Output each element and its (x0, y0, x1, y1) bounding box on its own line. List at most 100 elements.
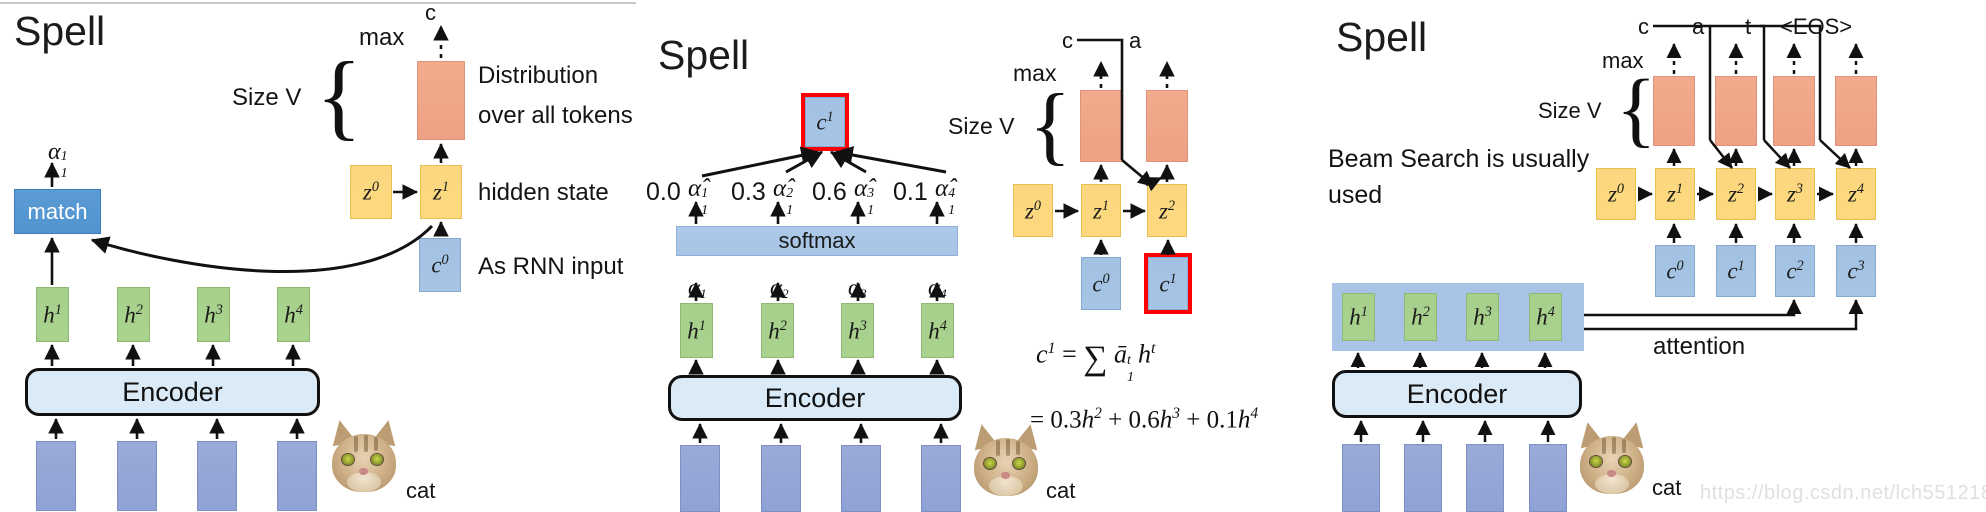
hidden-state-z3: z3 (1775, 168, 1815, 220)
input-frame-1 (1342, 444, 1380, 512)
encoder-block: Encoder (25, 368, 320, 416)
hidden-state-label: hidden state (478, 179, 609, 206)
cat-photo (968, 421, 1044, 510)
context-formula-line1: c1 = ∑ ā t 1 ht (1036, 339, 1156, 385)
hidden-state-z1: z1 (420, 165, 462, 219)
attention-weight-4: 0.1 (893, 178, 928, 206)
page-title: Spell (1336, 14, 1428, 60)
attention-weight-1: 0.0 (646, 178, 681, 206)
attention-weight-2: 0.3 (731, 178, 766, 206)
encoder-block: Encoder (668, 375, 962, 421)
cat-label: cat (1046, 478, 1076, 503)
output-token-4: <EOS> (1780, 14, 1853, 39)
context-vector-c1: c1 (1144, 253, 1192, 314)
output-token-2: a (1692, 14, 1705, 39)
size-v-label: Size V (232, 84, 302, 111)
encoder-output-h1: h1 (1342, 293, 1375, 341)
context-formula-line2: = 0.3h2 + 0.6h3 + 0.1h4 (1030, 405, 1259, 434)
context-vector-c1: c1 (1716, 245, 1756, 297)
encoder-output-h3: h3 (197, 287, 230, 342)
context-vector-c0-text: c0 (431, 252, 449, 278)
hidden-state-z2: z2 (1716, 168, 1756, 220)
attention-label: attention (1653, 333, 1746, 360)
hidden-state-z4: z4 (1836, 168, 1876, 220)
alpha-raw-1: α 1 1 (688, 275, 707, 316)
max-label: max (359, 24, 405, 51)
input-frame-3 (197, 441, 237, 511)
panel-softmax-context: Spell c1 0.0 α̂ 1 1 0.3 α̂ 2 1 0.6 α̂ 3 … (640, 0, 1320, 512)
output-token-c: c (1062, 28, 1073, 53)
context-vector-c2: c2 (1775, 245, 1815, 297)
distribution-bar-1 (1653, 76, 1695, 146)
cat-label: cat (1652, 475, 1682, 500)
alpha-hat-3: α̂ 3 1 (854, 175, 875, 218)
hidden-state-z1: z1 (1655, 168, 1695, 220)
rnn-input-label: As RNN input (478, 253, 624, 280)
encoder-output-h2: h2 (117, 287, 150, 342)
match-block[interactable]: match (14, 189, 101, 234)
hidden-state-z0: z0 (350, 165, 392, 219)
distribution-bar-3 (1773, 76, 1815, 146)
distribution-bar-2 (1715, 76, 1757, 146)
distribution-bar-1 (1080, 90, 1122, 162)
hidden-state-z0: z0 (1013, 184, 1053, 237)
page-title: Spell (14, 8, 106, 54)
context-vector-c1-highlighted: c1 (801, 93, 849, 151)
input-frame-3 (841, 445, 881, 512)
hidden-state-z0-text: z0 (362, 179, 380, 205)
input-frame-4 (921, 445, 961, 512)
alpha-raw-2: α 2 1 (770, 275, 789, 316)
output-token-c: c (425, 0, 436, 25)
distribution-bar-4 (1835, 76, 1877, 146)
alpha-raw-4: α 4 1 (928, 275, 947, 316)
output-token-a: a (1129, 28, 1142, 53)
encoder-output-h4: h4 (921, 303, 954, 358)
input-frame-2 (1404, 444, 1442, 512)
hidden-state-z1: z1 (1081, 184, 1121, 237)
context-vector-c0: c0 (419, 238, 461, 292)
input-frame-4 (277, 441, 317, 511)
encoder-output-h3: h3 (1466, 293, 1499, 341)
alpha-raw-3: α 3 1 (848, 275, 867, 316)
watermark: https://blog.csdn.net/lch551218 (1700, 482, 1986, 504)
alpha-hat-1: α̂ 1 1 (688, 175, 709, 218)
attention-weight-3: 0.6 (812, 178, 847, 206)
size-v-brace: { (1616, 63, 1657, 156)
input-frame-1 (680, 445, 720, 512)
encoder-output-h2: h2 (761, 303, 794, 358)
softmax-block: softmax (676, 226, 958, 256)
input-frame-4 (1529, 444, 1567, 512)
hidden-state-z1-text: z1 (432, 179, 450, 205)
beam-search-note-line2: used (1328, 181, 1383, 209)
panel-divider-line (0, 2, 636, 4)
encoder-block: Encoder (1332, 370, 1582, 418)
hidden-state-z2: z2 (1147, 184, 1187, 237)
input-frame-2 (117, 441, 157, 511)
alpha-output-label: α 1 1 (48, 139, 68, 181)
slide-strip: Spell c max Size V { Distribution over a… (0, 0, 1986, 512)
distribution-label-line2: over all tokens (478, 102, 633, 129)
input-frame-3 (1466, 444, 1504, 512)
alpha-hat-2: α̂ 2 1 (773, 175, 794, 218)
page-title: Spell (658, 32, 750, 78)
input-frame-2 (761, 445, 801, 512)
alpha-hat-4: α̂ 4 1 (935, 175, 956, 218)
context-vector-c0: c0 (1655, 245, 1695, 297)
size-v-brace: { (316, 42, 363, 149)
distribution-bar (417, 61, 465, 140)
encoder-output-h3: h3 (841, 303, 874, 358)
beam-search-note-line1: Beam Search is usually (1328, 145, 1590, 173)
panel-attention-match: Spell c max Size V { Distribution over a… (0, 0, 640, 512)
context-vector-c0: c0 (1081, 257, 1121, 310)
output-token-1: c (1638, 14, 1649, 39)
distribution-label-line1: Distribution (478, 62, 599, 89)
size-v-brace: { (1029, 77, 1072, 174)
panel-beam-search: Spell Beam Search is usually used c a t … (1320, 0, 1986, 512)
cat-photo (1574, 419, 1650, 508)
size-v-label: Size V (1538, 98, 1602, 123)
encoder-output-h2: h2 (1404, 293, 1437, 341)
encoder-output-h1: h1 (680, 303, 713, 358)
encoder-output-h4: h4 (277, 287, 310, 342)
context-vector-c3: c3 (1836, 245, 1876, 297)
size-v-label: Size V (948, 113, 1015, 139)
